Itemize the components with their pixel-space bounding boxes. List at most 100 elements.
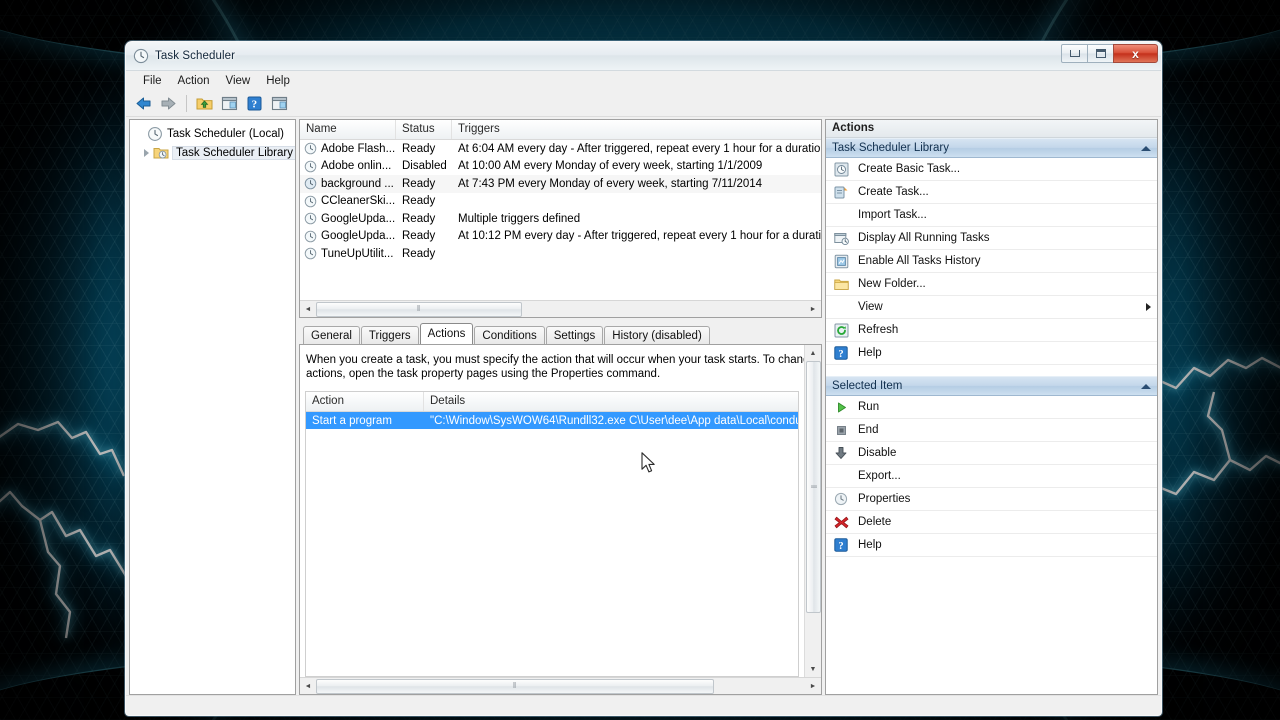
- create-task-icon: [833, 184, 849, 200]
- question-mark-icon: ?: [247, 96, 262, 111]
- task-name-cell: GoogleUpda...: [300, 212, 396, 225]
- middle-column: Name Status Triggers Adobe Flash... Read…: [299, 119, 822, 695]
- action-view[interactable]: View: [826, 296, 1157, 319]
- scroll-left-arrow[interactable]: ◄: [300, 302, 316, 317]
- window-content: Task Scheduler (Local) Task Scheduler Li…: [126, 117, 1161, 695]
- column-header-triggers[interactable]: Triggers: [452, 120, 821, 139]
- table-row[interactable]: GoogleUpda... Ready At 10:12 PM every da…: [300, 228, 821, 246]
- scroll-left-arrow[interactable]: ◄: [300, 679, 316, 694]
- action-label: Create Task...: [858, 186, 929, 198]
- menu-file[interactable]: File: [135, 73, 170, 89]
- console-tree-pane[interactable]: Task Scheduler (Local) Task Scheduler Li…: [129, 119, 296, 695]
- sidebar-item-task-scheduler-library[interactable]: Task Scheduler Library: [130, 143, 295, 162]
- table-row[interactable]: Start a program "C:\Window\SysWOW64\Rund…: [306, 412, 798, 429]
- close-button[interactable]: x: [1113, 44, 1158, 63]
- chevron-up-icon: [1141, 383, 1151, 389]
- action-help-selected[interactable]: ? Help: [826, 534, 1157, 557]
- column-header-status[interactable]: Status: [396, 120, 452, 139]
- action-label: Help: [858, 539, 882, 551]
- action-import-task[interactable]: Import Task...: [826, 204, 1157, 227]
- action-display-all-running-tasks[interactable]: Display All Running Tasks: [826, 227, 1157, 250]
- actions-section-task-scheduler-library[interactable]: Task Scheduler Library: [826, 138, 1157, 158]
- scroll-right-arrow[interactable]: ►: [805, 679, 821, 694]
- table-row[interactable]: Adobe onlin... Disabled At 10:00 AM ever…: [300, 158, 821, 176]
- clock-icon: [304, 247, 317, 260]
- toolbar: ?: [126, 91, 1161, 117]
- tab-history[interactable]: History (disabled): [604, 326, 710, 344]
- scroll-track[interactable]: ‖: [316, 301, 805, 317]
- scroll-thumb[interactable]: ‖: [316, 678, 714, 694]
- task-status-cell: Ready: [402, 195, 436, 208]
- scroll-up-arrow[interactable]: ▲: [806, 345, 821, 361]
- task-name-cell: background ...: [300, 177, 396, 190]
- task-list-body[interactable]: Adobe Flash... Ready At 6:04 AM every da…: [300, 140, 821, 300]
- action-new-folder[interactable]: New Folder...: [826, 273, 1157, 296]
- table-row[interactable]: background ... Ready At 7:43 PM every Mo…: [300, 175, 821, 193]
- scroll-track[interactable]: ‖: [316, 678, 805, 694]
- arrow-down-icon: [833, 445, 849, 461]
- menu-help[interactable]: Help: [258, 73, 298, 89]
- svg-text:?: ?: [838, 541, 843, 552]
- help-button[interactable]: ?: [243, 93, 266, 115]
- action-create-basic-task[interactable]: Create Basic Task...: [826, 158, 1157, 181]
- action-create-task[interactable]: Create Task...: [826, 181, 1157, 204]
- tab-conditions[interactable]: Conditions: [474, 326, 545, 344]
- scroll-thumb[interactable]: ‖: [805, 361, 821, 613]
- action-table-header: Action Details: [306, 392, 798, 412]
- column-header-name[interactable]: Name: [300, 120, 396, 139]
- tab-settings[interactable]: Settings: [545, 326, 604, 344]
- task-status-cell: Ready: [402, 177, 436, 190]
- table-row[interactable]: CCleanerSki... Ready: [300, 193, 821, 211]
- running-tasks-icon: [833, 230, 849, 246]
- show-hide-console-tree-button[interactable]: [218, 93, 241, 115]
- detail-description: When you create a task, you must specify…: [300, 345, 804, 389]
- task-name-label: GoogleUpda...: [321, 212, 396, 225]
- tree-expander[interactable]: [140, 148, 153, 157]
- action-delete[interactable]: Delete: [826, 511, 1157, 534]
- red-x-icon: [833, 514, 849, 530]
- up-one-level-button[interactable]: [193, 93, 216, 115]
- action-help[interactable]: ? Help: [826, 342, 1157, 365]
- task-status-cell: Ready: [402, 247, 436, 260]
- tab-triggers[interactable]: Triggers: [360, 326, 419, 344]
- action-export[interactable]: Export...: [826, 465, 1157, 488]
- tab-actions[interactable]: Actions: [419, 323, 474, 344]
- menu-view[interactable]: View: [218, 73, 259, 89]
- maximize-button[interactable]: [1087, 44, 1114, 63]
- action-end[interactable]: End: [826, 419, 1157, 442]
- action-label: Create Basic Task...: [858, 163, 961, 175]
- action-properties[interactable]: Properties: [826, 488, 1157, 511]
- scroll-right-arrow[interactable]: ►: [805, 302, 821, 317]
- back-button[interactable]: [132, 93, 155, 115]
- action-run[interactable]: Run: [826, 396, 1157, 419]
- detail-vertical-scrollbar[interactable]: ▲ ‖ ▼: [804, 345, 821, 677]
- scroll-down-arrow[interactable]: ▼: [806, 661, 821, 677]
- action-enable-all-tasks-history[interactable]: Enable All Tasks History: [826, 250, 1157, 273]
- minimize-button[interactable]: [1061, 44, 1088, 63]
- column-header-details[interactable]: Details: [424, 392, 798, 411]
- history-icon: [833, 253, 849, 269]
- table-row[interactable]: Adobe Flash... Ready At 6:04 AM every da…: [300, 140, 821, 158]
- new-folder-icon: [833, 276, 849, 292]
- window-pane-icon: [221, 96, 238, 111]
- table-row[interactable]: TuneUpUtilit... Ready: [300, 245, 821, 263]
- sidebar-item-task-scheduler-local[interactable]: Task Scheduler (Local): [130, 124, 295, 143]
- window-titlebar[interactable]: Task Scheduler x: [126, 42, 1161, 71]
- column-header-action[interactable]: Action: [306, 392, 424, 411]
- detail-horizontal-scrollbar[interactable]: ◄ ‖ ►: [300, 677, 821, 694]
- actions-section-selected-item[interactable]: Selected Item: [826, 376, 1157, 396]
- task-name-label: background ...: [321, 177, 394, 190]
- clock-icon: [304, 177, 317, 190]
- tab-general[interactable]: General: [303, 326, 360, 344]
- menu-action[interactable]: Action: [170, 73, 218, 89]
- action-refresh[interactable]: Refresh: [826, 319, 1157, 342]
- table-row[interactable]: GoogleUpda... Ready Multiple triggers de…: [300, 210, 821, 228]
- forward-button[interactable]: [157, 93, 180, 115]
- task-status-cell: Ready: [402, 230, 436, 243]
- scroll-thumb[interactable]: ‖: [316, 301, 522, 317]
- action-disable[interactable]: Disable: [826, 442, 1157, 465]
- task-list-horizontal-scrollbar[interactable]: ◄ ‖ ►: [300, 300, 821, 317]
- scroll-track[interactable]: ‖: [805, 361, 821, 661]
- task-name-cell: GoogleUpda...: [300, 230, 396, 243]
- show-hide-action-pane-button[interactable]: [268, 93, 291, 115]
